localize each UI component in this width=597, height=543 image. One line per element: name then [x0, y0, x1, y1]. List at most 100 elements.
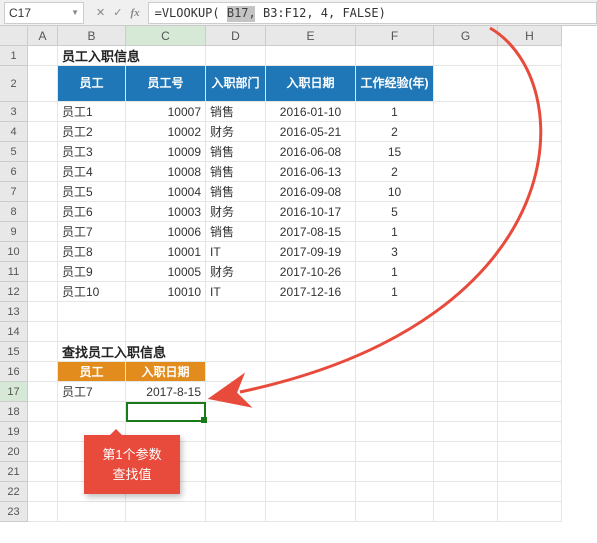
- table-row[interactable]: 员工710006销售2017-08-151: [28, 222, 562, 242]
- cell-exp[interactable]: 5: [356, 202, 434, 222]
- cancel-icon[interactable]: ✕: [96, 6, 105, 19]
- row-header[interactable]: 7: [0, 182, 28, 202]
- row-header[interactable]: 22: [0, 482, 28, 502]
- cell-exp[interactable]: 2: [356, 122, 434, 142]
- row-header[interactable]: 18: [0, 402, 28, 422]
- row-header[interactable]: 11: [0, 262, 28, 282]
- row-header[interactable]: 6: [0, 162, 28, 182]
- cell-dept[interactable]: IT: [206, 242, 266, 262]
- table-row[interactable]: 员工310009销售2016-06-0815: [28, 142, 562, 162]
- fx-icon[interactable]: fx: [130, 7, 139, 19]
- row-header[interactable]: 12: [0, 282, 28, 302]
- cell-dept[interactable]: 销售: [206, 142, 266, 162]
- cell-dept[interactable]: 销售: [206, 162, 266, 182]
- col-header[interactable]: B: [58, 26, 126, 46]
- row-header[interactable]: 2: [0, 66, 28, 102]
- cell-exp[interactable]: 3: [356, 242, 434, 262]
- cell-id[interactable]: 10004: [126, 182, 206, 202]
- cell-date[interactable]: 2016-06-08: [266, 142, 356, 162]
- row-header[interactable]: 17: [0, 382, 28, 402]
- cell-id[interactable]: 10010: [126, 282, 206, 302]
- cell-emp[interactable]: 员工6: [58, 202, 126, 222]
- row-header[interactable]: 19: [0, 422, 28, 442]
- cell-dept[interactable]: 财务: [206, 202, 266, 222]
- row-header[interactable]: 8: [0, 202, 28, 222]
- cell-date[interactable]: 2016-10-17: [266, 202, 356, 222]
- table-row[interactable]: 员工910005财务2017-10-261: [28, 262, 562, 282]
- row-header[interactable]: 20: [0, 442, 28, 462]
- cell-date[interactable]: 2017-10-26: [266, 262, 356, 282]
- cell-id[interactable]: 10008: [126, 162, 206, 182]
- cell-date[interactable]: 2016-01-10: [266, 102, 356, 122]
- cell-exp[interactable]: 1: [356, 262, 434, 282]
- col-header[interactable]: C: [126, 26, 206, 46]
- check-icon[interactable]: ✓: [113, 6, 122, 19]
- cell-date[interactable]: 2017-09-19: [266, 242, 356, 262]
- cell-dept[interactable]: 财务: [206, 262, 266, 282]
- select-all-corner[interactable]: [0, 26, 28, 46]
- cell-date[interactable]: 2016-06-13: [266, 162, 356, 182]
- cell-exp[interactable]: 10: [356, 182, 434, 202]
- cell-dept[interactable]: 销售: [206, 222, 266, 242]
- formula-input[interactable]: =VLOOKUP( B17, B3:F12, 4, FALSE): [148, 2, 597, 24]
- cell-emp[interactable]: 员工2: [58, 122, 126, 142]
- col-header[interactable]: E: [266, 26, 356, 46]
- cell-id[interactable]: 10006: [126, 222, 206, 242]
- cell-exp[interactable]: 1: [356, 102, 434, 122]
- cell-emp[interactable]: 员工8: [58, 242, 126, 262]
- cell-emp[interactable]: 员工1: [58, 102, 126, 122]
- col-header[interactable]: F: [356, 26, 434, 46]
- cell-id[interactable]: 10001: [126, 242, 206, 262]
- cell-dept[interactable]: 销售: [206, 102, 266, 122]
- cell-emp[interactable]: 员工7: [58, 222, 126, 242]
- cell-emp[interactable]: 员工10: [58, 282, 126, 302]
- cell-emp[interactable]: 员工3: [58, 142, 126, 162]
- row-header[interactable]: 4: [0, 122, 28, 142]
- cell-id[interactable]: 10003: [126, 202, 206, 222]
- col-header[interactable]: G: [434, 26, 498, 46]
- row-header[interactable]: 1: [0, 46, 28, 66]
- cell-dept[interactable]: 销售: [206, 182, 266, 202]
- cell-id[interactable]: 10009: [126, 142, 206, 162]
- cell-date[interactable]: 2017-08-15: [266, 222, 356, 242]
- name-box[interactable]: C17 ▼: [4, 2, 84, 24]
- cell-id[interactable]: 10005: [126, 262, 206, 282]
- table-row[interactable]: 员工110007销售2016-01-101: [28, 102, 562, 122]
- row-header[interactable]: 14: [0, 322, 28, 342]
- row-header[interactable]: 21: [0, 462, 28, 482]
- table-row[interactable]: 员工810001IT2017-09-193: [28, 242, 562, 262]
- col-header[interactable]: A: [28, 26, 58, 46]
- cell-emp[interactable]: 员工4: [58, 162, 126, 182]
- cell-exp[interactable]: 1: [356, 282, 434, 302]
- lookup-date[interactable]: 2017-8-15: [126, 382, 206, 402]
- cell-id[interactable]: 10007: [126, 102, 206, 122]
- row-header[interactable]: 3: [0, 102, 28, 122]
- cell-exp[interactable]: 1: [356, 222, 434, 242]
- cell-emp[interactable]: 员工9: [58, 262, 126, 282]
- cell-dept[interactable]: IT: [206, 282, 266, 302]
- cell-exp[interactable]: 15: [356, 142, 434, 162]
- row-header[interactable]: 13: [0, 302, 28, 322]
- cell-emp[interactable]: 员工5: [58, 182, 126, 202]
- row-header[interactable]: 10: [0, 242, 28, 262]
- row-header[interactable]: 9: [0, 222, 28, 242]
- cell-date[interactable]: 2017-12-16: [266, 282, 356, 302]
- table-row[interactable]: 员工210002财务2016-05-212: [28, 122, 562, 142]
- col-header[interactable]: H: [498, 26, 562, 46]
- row-header[interactable]: 5: [0, 142, 28, 162]
- cell-dept[interactable]: 财务: [206, 122, 266, 142]
- col-header[interactable]: D: [206, 26, 266, 46]
- table-row[interactable]: 员工610003财务2016-10-175: [28, 202, 562, 222]
- row-header[interactable]: 16: [0, 362, 28, 382]
- cell-exp[interactable]: 2: [356, 162, 434, 182]
- cell-date[interactable]: 2016-05-21: [266, 122, 356, 142]
- lookup-emp[interactable]: 员工7: [58, 382, 126, 402]
- table-row[interactable]: 员工1010010IT2017-12-161: [28, 282, 562, 302]
- chevron-down-icon[interactable]: ▼: [71, 8, 79, 17]
- cell-id[interactable]: 10002: [126, 122, 206, 142]
- table-row[interactable]: 员工510004销售2016-09-0810: [28, 182, 562, 202]
- row-header[interactable]: 23: [0, 502, 28, 522]
- row-header[interactable]: 15: [0, 342, 28, 362]
- cell-date[interactable]: 2016-09-08: [266, 182, 356, 202]
- table-row[interactable]: 员工410008销售2016-06-132: [28, 162, 562, 182]
